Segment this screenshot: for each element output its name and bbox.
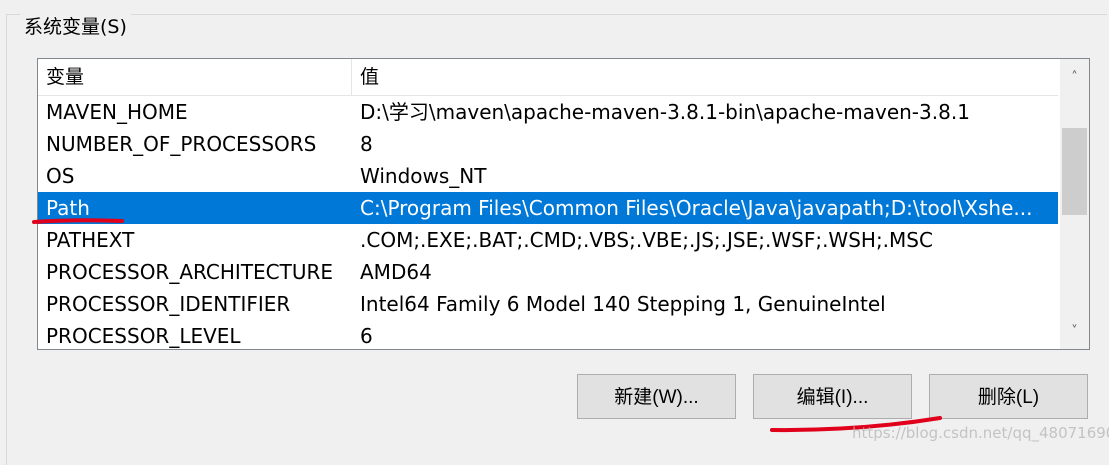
table-row[interactable]: PROCESSOR_IDENTIFIER Intel64 Family 6 Mod… bbox=[38, 288, 1058, 320]
table-row[interactable]: PATHEXT .COM;.EXE;.BAT;.CMD;.VBS;.VBE;.JS… bbox=[38, 224, 1058, 256]
variable-value-cell: AMD64 bbox=[360, 260, 432, 284]
variable-value-cell: C:\Program Files\Common Files\Oracle\Jav… bbox=[360, 196, 1033, 220]
delete-button[interactable]: 删除(L) bbox=[929, 374, 1088, 419]
system-variables-list[interactable]: 变量 值 MAVEN_HOME D:\学习\maven\apache-maven-… bbox=[37, 58, 1090, 350]
variable-name-cell: OS bbox=[46, 164, 75, 188]
column-header-variable[interactable]: 变量 bbox=[38, 59, 352, 95]
table-rows: MAVEN_HOME D:\学习\maven\apache-maven-3.8.1… bbox=[38, 96, 1058, 349]
variable-value-cell: Intel64 Family 6 Model 140 Stepping 1, G… bbox=[360, 292, 886, 316]
variable-value-cell: 6 bbox=[360, 324, 373, 348]
chevron-down-icon[interactable]: ˅ bbox=[1060, 313, 1089, 349]
variable-name-cell: Path bbox=[46, 196, 90, 220]
watermark: https://blog.csdn.net/qq_48071690 bbox=[852, 424, 1109, 442]
column-header-value[interactable]: 值 bbox=[352, 59, 1058, 95]
variable-value-cell: D:\学习\maven\apache-maven-3.8.1-bin\apach… bbox=[360, 100, 970, 124]
new-button[interactable]: 新建(W)... bbox=[577, 374, 736, 419]
variable-value-cell: .COM;.EXE;.BAT;.CMD;.VBS;.VBE;.JS;.JSE;.… bbox=[360, 228, 933, 252]
column-header: 变量 值 bbox=[38, 59, 1058, 96]
variable-name-cell: PROCESSOR_ARCHITECTURE bbox=[46, 260, 334, 284]
variable-value-cell: 8 bbox=[360, 132, 373, 156]
edit-button[interactable]: 编辑(I)... bbox=[753, 374, 912, 419]
scrollbar-thumb[interactable] bbox=[1062, 128, 1087, 215]
group-title: 系统变量(S) bbox=[20, 13, 131, 41]
variable-value-cell: Windows_NT bbox=[360, 164, 487, 188]
chevron-up-icon[interactable]: ˄ bbox=[1060, 59, 1089, 95]
table-row[interactable]: NUMBER_OF_PROCESSORS 8 bbox=[38, 128, 1058, 160]
variable-name-cell: PROCESSOR_LEVEL bbox=[46, 324, 241, 348]
table-row[interactable]: PROCESSOR_ARCHITECTURE AMD64 bbox=[38, 256, 1058, 288]
variable-name-cell: MAVEN_HOME bbox=[46, 100, 188, 124]
variable-name-cell: PROCESSOR_IDENTIFIER bbox=[46, 292, 291, 316]
table-row[interactable]: OS Windows_NT bbox=[38, 160, 1058, 192]
table-row[interactable]: Path C:\Program Files\Common Files\Oracle… bbox=[38, 192, 1058, 224]
table-row[interactable]: PROCESSOR_LEVEL 6 bbox=[38, 320, 1058, 349]
variable-name-cell: NUMBER_OF_PROCESSORS bbox=[46, 132, 317, 156]
table-row[interactable]: MAVEN_HOME D:\学习\maven\apache-maven-3.8.1… bbox=[38, 96, 1058, 128]
vertical-scrollbar[interactable]: ˄ ˅ bbox=[1060, 59, 1089, 349]
variable-name-cell: PATHEXT bbox=[46, 228, 135, 252]
